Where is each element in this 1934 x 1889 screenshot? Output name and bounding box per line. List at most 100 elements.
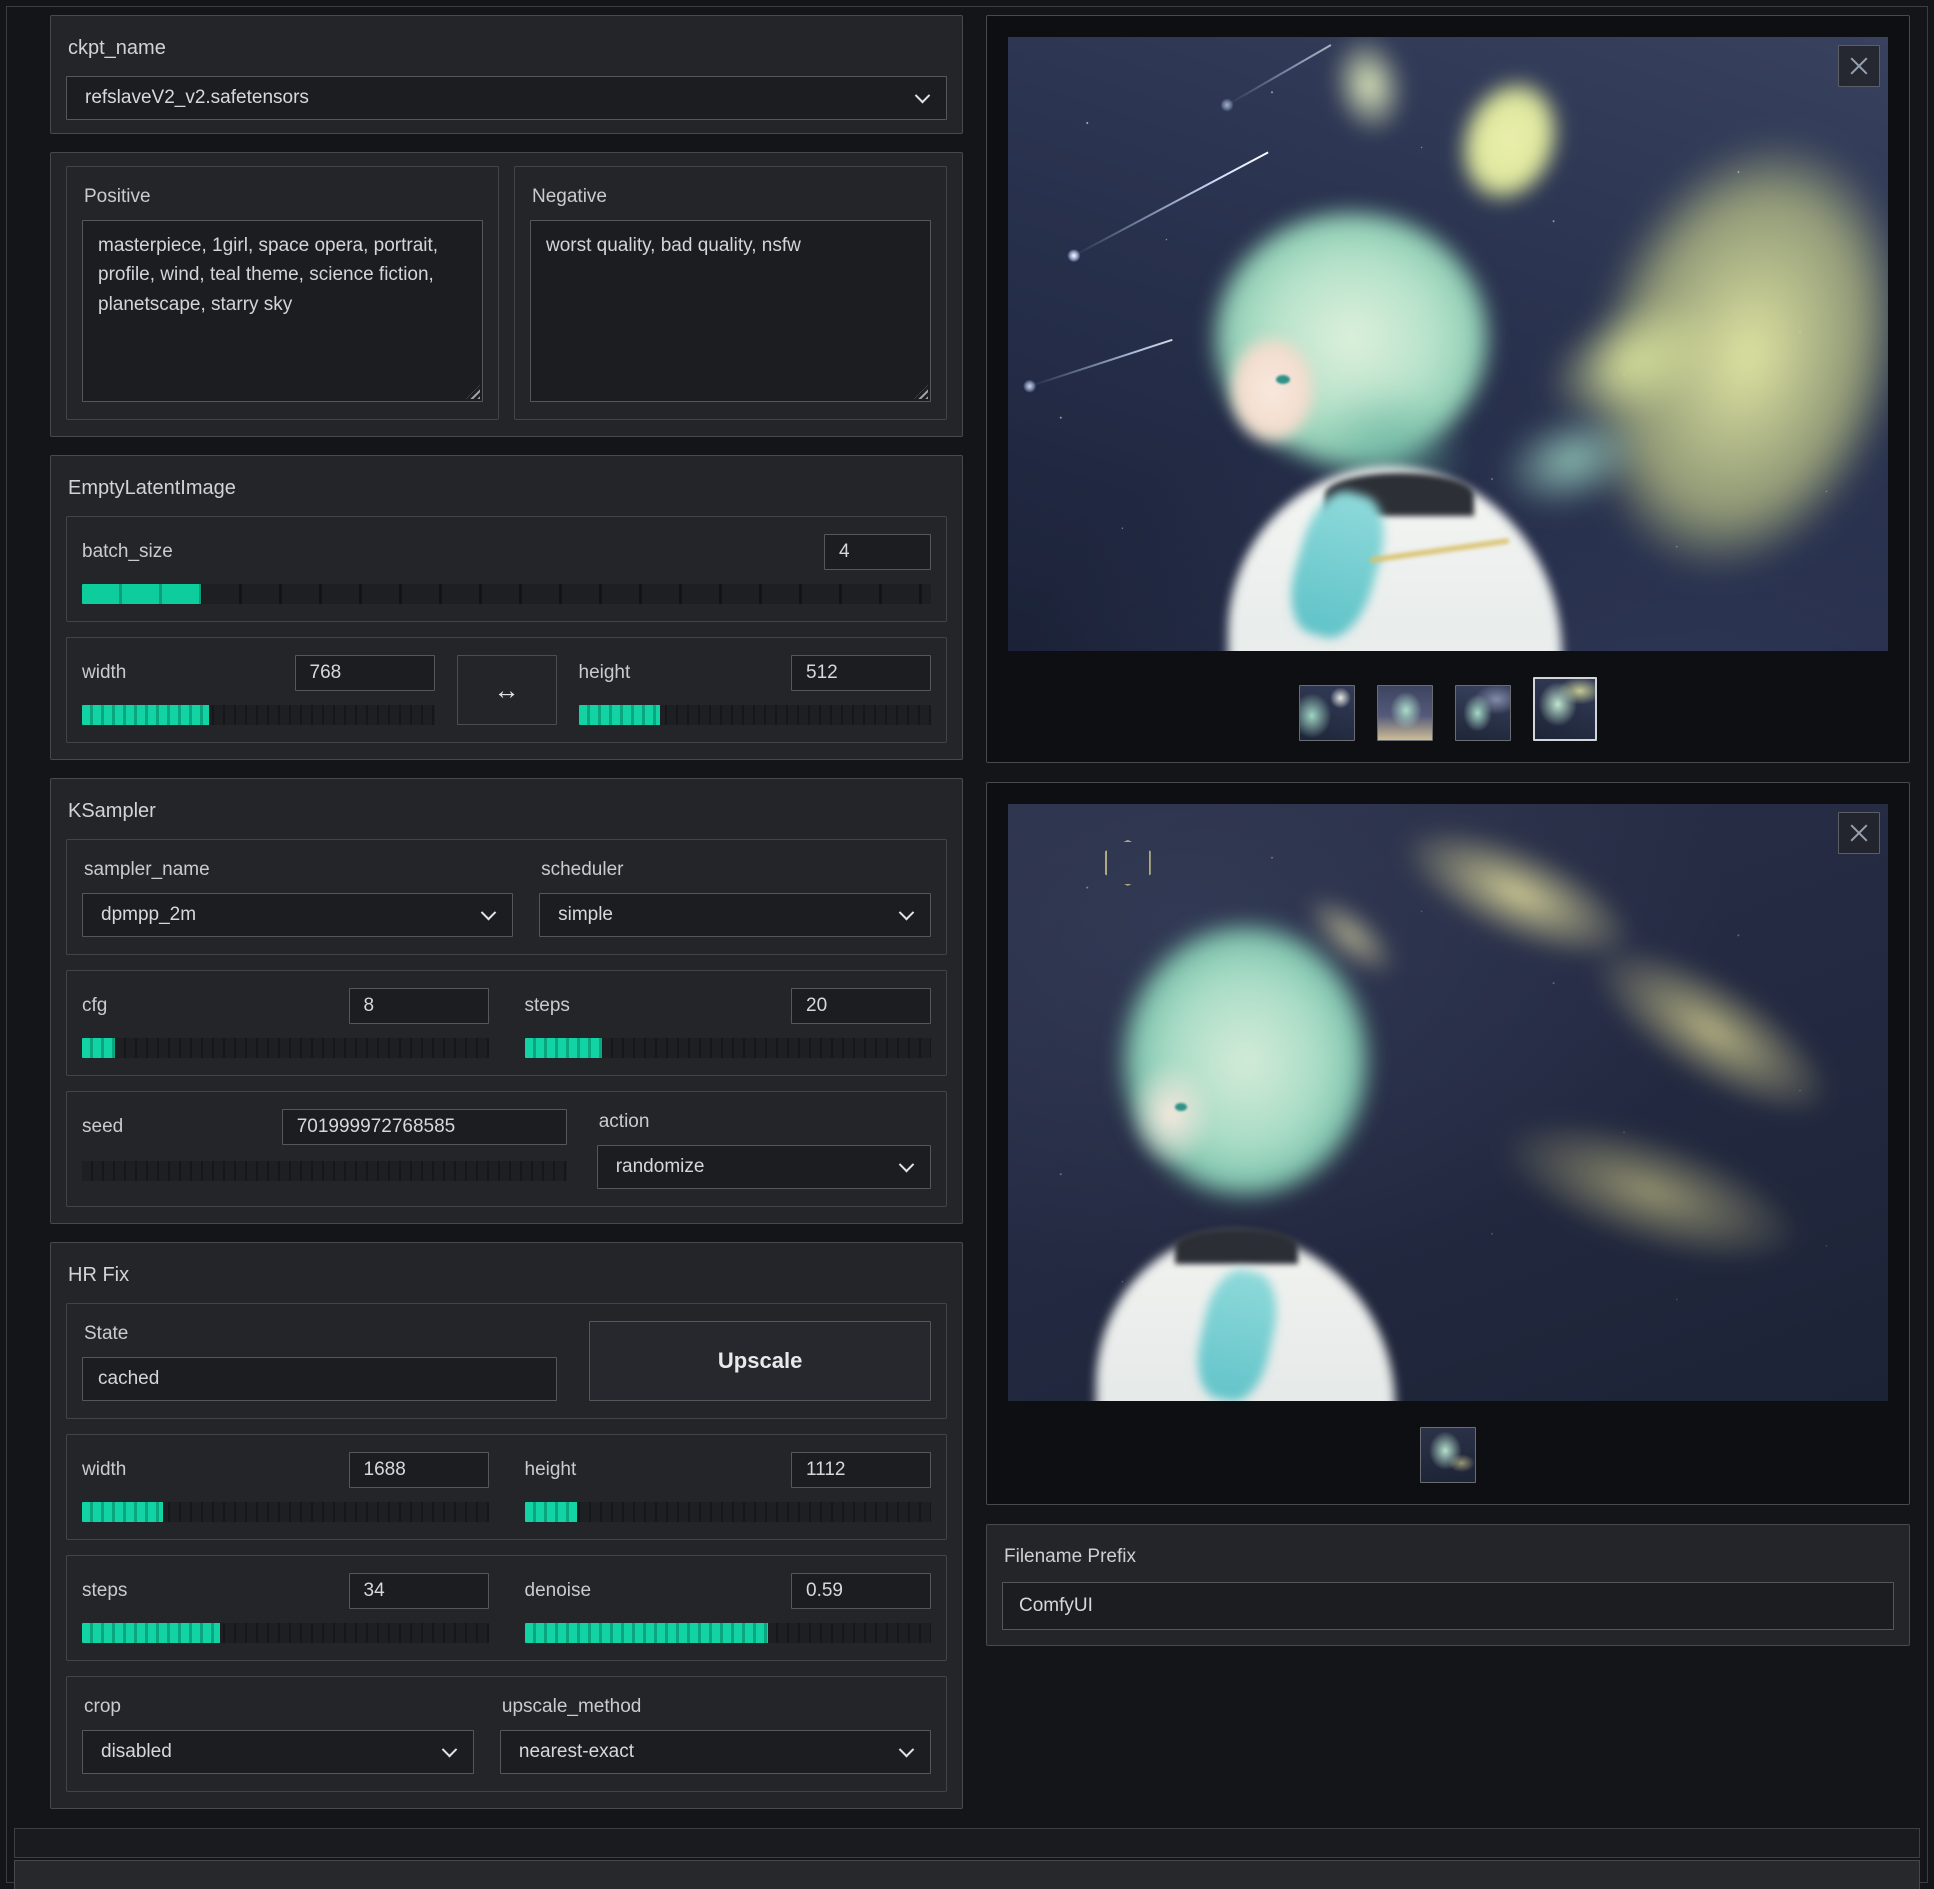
prompts-group: Positive masterpiece, 1girl, space opera…	[50, 152, 963, 437]
hr-height-label: height	[525, 1459, 577, 1481]
ckpt-name-value: refslaveV2_v2.safetensors	[85, 87, 309, 109]
hr-steps-slider-fill	[82, 1623, 220, 1643]
thumbnail-4-selected[interactable]	[1533, 677, 1597, 741]
state-widget: State cached	[82, 1321, 557, 1401]
crop-label: crop	[84, 1696, 474, 1718]
sampler-scheduler-box: sampler_name dpmpp_2m scheduler simple	[66, 839, 947, 955]
crop-select[interactable]: disabled	[82, 1730, 474, 1774]
steps-widget: steps	[525, 988, 932, 1058]
height-input[interactable]	[791, 655, 931, 691]
upscale-method-select[interactable]: nearest-exact	[500, 1730, 931, 1774]
chevron-down-icon	[915, 87, 931, 103]
height-slider[interactable]	[579, 705, 932, 725]
width-input[interactable]	[295, 655, 435, 691]
sampler-name-select[interactable]: dpmpp_2m	[82, 893, 513, 937]
preview-image-top[interactable]	[1008, 37, 1888, 651]
negative-prompt-textarea[interactable]: worst quality, bad quality, nsfw	[530, 220, 931, 402]
preview-panel-bottom	[986, 782, 1910, 1505]
close-preview-button[interactable]	[1838, 45, 1880, 87]
hr-fix-title: HR Fix	[68, 1264, 945, 1287]
footer-strip-1	[14, 1828, 1920, 1858]
crop-upscale-method-box: crop disabled upscale_method nearest-exa…	[66, 1676, 947, 1792]
swap-dimensions-button[interactable]: ↔	[457, 655, 557, 725]
hr-steps-slider[interactable]	[82, 1623, 489, 1643]
state-upscale-box: State cached Upscale	[66, 1303, 947, 1419]
hr-width-slider-fill	[82, 1502, 163, 1522]
seed-label: seed	[82, 1116, 123, 1138]
cfg-slider[interactable]	[82, 1038, 489, 1058]
cfg-widget: cfg	[82, 988, 489, 1058]
height-slider-fill	[579, 705, 660, 725]
hr-steps-input[interactable]	[349, 1573, 489, 1609]
positive-prompt-textarea[interactable]: masterpiece, 1girl, space opera, portrai…	[82, 220, 483, 402]
batch-size-input[interactable]	[824, 534, 931, 570]
sampler-name-widget: sampler_name dpmpp_2m	[82, 857, 513, 937]
height-label: height	[579, 662, 631, 684]
footer-strip-2	[14, 1860, 1920, 1889]
thumbnail-1[interactable]	[1299, 685, 1355, 741]
thumbnail-image	[1378, 686, 1432, 740]
positive-prompt-box: Positive masterpiece, 1girl, space opera…	[66, 166, 499, 420]
negative-prompt-box: Negative worst quality, bad quality, nsf…	[514, 166, 947, 420]
swap-arrows-icon: ↔	[494, 675, 520, 706]
batch-size-label: batch_size	[82, 541, 173, 563]
upscale-button[interactable]: Upscale	[589, 1321, 931, 1401]
thumbnail-strip	[1008, 1427, 1888, 1483]
cfg-steps-box: cfg steps	[66, 970, 947, 1076]
scheduler-widget: scheduler simple	[539, 857, 931, 937]
scheduler-value: simple	[558, 904, 613, 926]
close-preview-button[interactable]	[1838, 812, 1880, 854]
chevron-down-icon	[442, 1741, 458, 1757]
steps-slider[interactable]	[525, 1038, 932, 1058]
chevron-down-icon	[899, 1156, 915, 1172]
thumbnail-image	[1421, 1428, 1475, 1482]
width-slider-fill	[82, 705, 209, 725]
denoise-slider[interactable]	[525, 1623, 932, 1643]
batch-size-slider[interactable]	[82, 584, 931, 604]
width-slider[interactable]	[82, 705, 435, 725]
width-label: width	[82, 662, 126, 684]
steps-label: steps	[525, 995, 570, 1017]
filename-prefix-input[interactable]	[1002, 1582, 1894, 1630]
cfg-input[interactable]	[349, 988, 489, 1024]
hr-steps-widget: steps	[82, 1573, 489, 1643]
empty-latent-image-group: EmptyLatentImage batch_size width	[50, 455, 963, 760]
preview-image-bottom[interactable]	[1008, 804, 1888, 1401]
thumbnail-image	[1456, 686, 1510, 740]
filename-prefix-label: Filename Prefix	[1004, 1546, 1892, 1568]
ckpt-name-select[interactable]: refslaveV2_v2.safetensors	[66, 76, 947, 120]
hr-width-slider[interactable]	[82, 1502, 489, 1522]
hr-width-input[interactable]	[349, 1452, 489, 1488]
hr-height-input[interactable]	[791, 1452, 931, 1488]
steps-slider-fill	[525, 1038, 602, 1058]
positive-label: Positive	[84, 186, 483, 208]
denoise-slider-fill	[525, 1623, 769, 1643]
preview-column: Filename Prefix	[986, 15, 1910, 1646]
scheduler-select[interactable]: simple	[539, 893, 931, 937]
steps-input[interactable]	[791, 988, 931, 1024]
action-label: action	[599, 1111, 931, 1133]
hr-steps-label: steps	[82, 1580, 127, 1602]
hr-height-slider[interactable]	[525, 1502, 932, 1522]
thumbnail-2[interactable]	[1377, 685, 1433, 741]
filename-prefix-group: Filename Prefix	[986, 1524, 1910, 1646]
close-icon	[1849, 56, 1869, 76]
hair-art	[1078, 876, 1412, 1246]
denoise-input[interactable]	[791, 1573, 931, 1609]
hr-width-widget: width	[82, 1452, 489, 1522]
hr-height-slider-fill	[525, 1502, 578, 1522]
checkpoint-group: ckpt_name refslaveV2_v2.safetensors	[50, 15, 963, 134]
hr-fix-group: HR Fix State cached Upscale width	[50, 1242, 963, 1809]
thumbnail-1[interactable]	[1420, 1427, 1476, 1483]
thumbnail-strip	[1008, 677, 1888, 741]
action-select[interactable]: randomize	[597, 1145, 931, 1189]
state-label: State	[84, 1323, 557, 1345]
seed-input[interactable]	[282, 1109, 567, 1145]
seed-slider[interactable]	[82, 1161, 567, 1181]
parameters-column: ckpt_name refslaveV2_v2.safetensors Posi…	[50, 15, 963, 1809]
hr-steps-denoise-box: steps denoise	[66, 1555, 947, 1661]
width-widget: width	[82, 655, 435, 725]
crop-value: disabled	[101, 1741, 172, 1763]
sampler-name-value: dpmpp_2m	[101, 904, 196, 926]
thumbnail-3[interactable]	[1455, 685, 1511, 741]
